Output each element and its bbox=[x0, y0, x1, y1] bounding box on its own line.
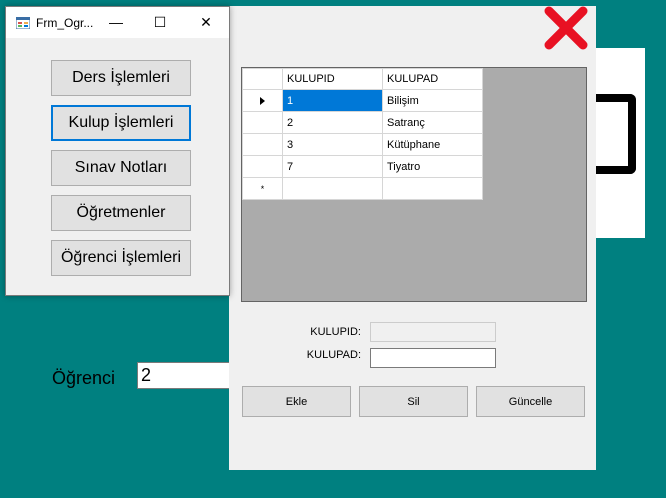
window-title: Frm_Ogr... bbox=[36, 16, 94, 30]
cell-kulupid[interactable]: 2 bbox=[282, 111, 383, 134]
kulupad-label: KULUPAD: bbox=[306, 349, 361, 361]
row-header[interactable] bbox=[242, 89, 283, 112]
kulupid-label: KULUPID: bbox=[310, 326, 361, 338]
cell-kulupad[interactable]: Satranç bbox=[382, 111, 483, 134]
maximize-button[interactable]: ☐ bbox=[137, 7, 183, 38]
club-table: KULUPID KULUPAD 1 Bilişim 2 Satranç 3 Kü… bbox=[242, 68, 483, 200]
ogrenci-islemleri-button[interactable]: Öğrenci İşlemleri bbox=[51, 240, 191, 276]
grid-corner-header[interactable] bbox=[242, 68, 283, 90]
table-row[interactable]: 7 Tiyatro bbox=[242, 155, 483, 178]
cell-kulupid[interactable]: 7 bbox=[282, 155, 383, 178]
row-header[interactable]: * bbox=[242, 177, 283, 200]
column-header-kulupad[interactable]: KULUPAD bbox=[382, 68, 483, 90]
delete-button[interactable]: Sil bbox=[359, 386, 468, 417]
sinav-notlari-button[interactable]: Sınav Notları bbox=[51, 150, 191, 186]
table-row[interactable]: 1 Bilişim bbox=[242, 89, 483, 112]
kulup-islemleri-button[interactable]: Kulup İşlemleri bbox=[51, 105, 191, 141]
new-row[interactable]: * bbox=[242, 177, 483, 200]
minimize-button[interactable]: — bbox=[93, 7, 139, 38]
new-row-marker: * bbox=[260, 183, 265, 194]
cell-kulupad[interactable] bbox=[382, 177, 483, 200]
app-form-icon bbox=[16, 17, 30, 29]
cell-kulupid[interactable]: 1 bbox=[282, 89, 383, 112]
table-row[interactable]: 2 Satranç bbox=[242, 111, 483, 134]
kulupad-field[interactable] bbox=[370, 348, 496, 368]
student-label: Öğrenci bbox=[52, 368, 116, 388]
table-row[interactable]: 3 Kütüphane bbox=[242, 133, 483, 156]
ders-islemleri-button[interactable]: Ders İşlemleri bbox=[51, 60, 191, 96]
row-header[interactable] bbox=[242, 133, 283, 156]
kulupid-field bbox=[370, 322, 496, 342]
menu-window: Frm_Ogr... — ☐ ✕ Ders İşlemleri Kulup İş… bbox=[5, 6, 230, 296]
add-button[interactable]: Ekle bbox=[242, 386, 351, 417]
row-header[interactable] bbox=[242, 111, 283, 134]
cell-kulupad[interactable]: Kütüphane bbox=[382, 133, 483, 156]
ogretmenler-button[interactable]: Öğretmenler bbox=[51, 195, 191, 231]
cell-kulupid[interactable] bbox=[282, 177, 383, 200]
club-grid[interactable]: KULUPID KULUPAD 1 Bilişim 2 Satranç 3 Kü… bbox=[241, 67, 587, 302]
current-row-arrow-icon bbox=[260, 96, 265, 105]
close-button[interactable]: ✕ bbox=[183, 7, 229, 38]
title-bar[interactable]: Frm_Ogr... — ☐ ✕ bbox=[6, 7, 229, 38]
cell-kulupad[interactable]: Bilişim bbox=[382, 89, 483, 112]
close-x-icon[interactable] bbox=[543, 5, 589, 51]
update-button[interactable]: Güncelle bbox=[476, 386, 585, 417]
column-header-kulupid[interactable]: KULUPID bbox=[282, 68, 383, 90]
student-input[interactable] bbox=[137, 362, 237, 389]
cell-kulupad[interactable]: Tiyatro bbox=[382, 155, 483, 178]
cell-kulupid[interactable]: 3 bbox=[282, 133, 383, 156]
row-header[interactable] bbox=[242, 155, 283, 178]
background-bracket-shape bbox=[596, 94, 636, 174]
